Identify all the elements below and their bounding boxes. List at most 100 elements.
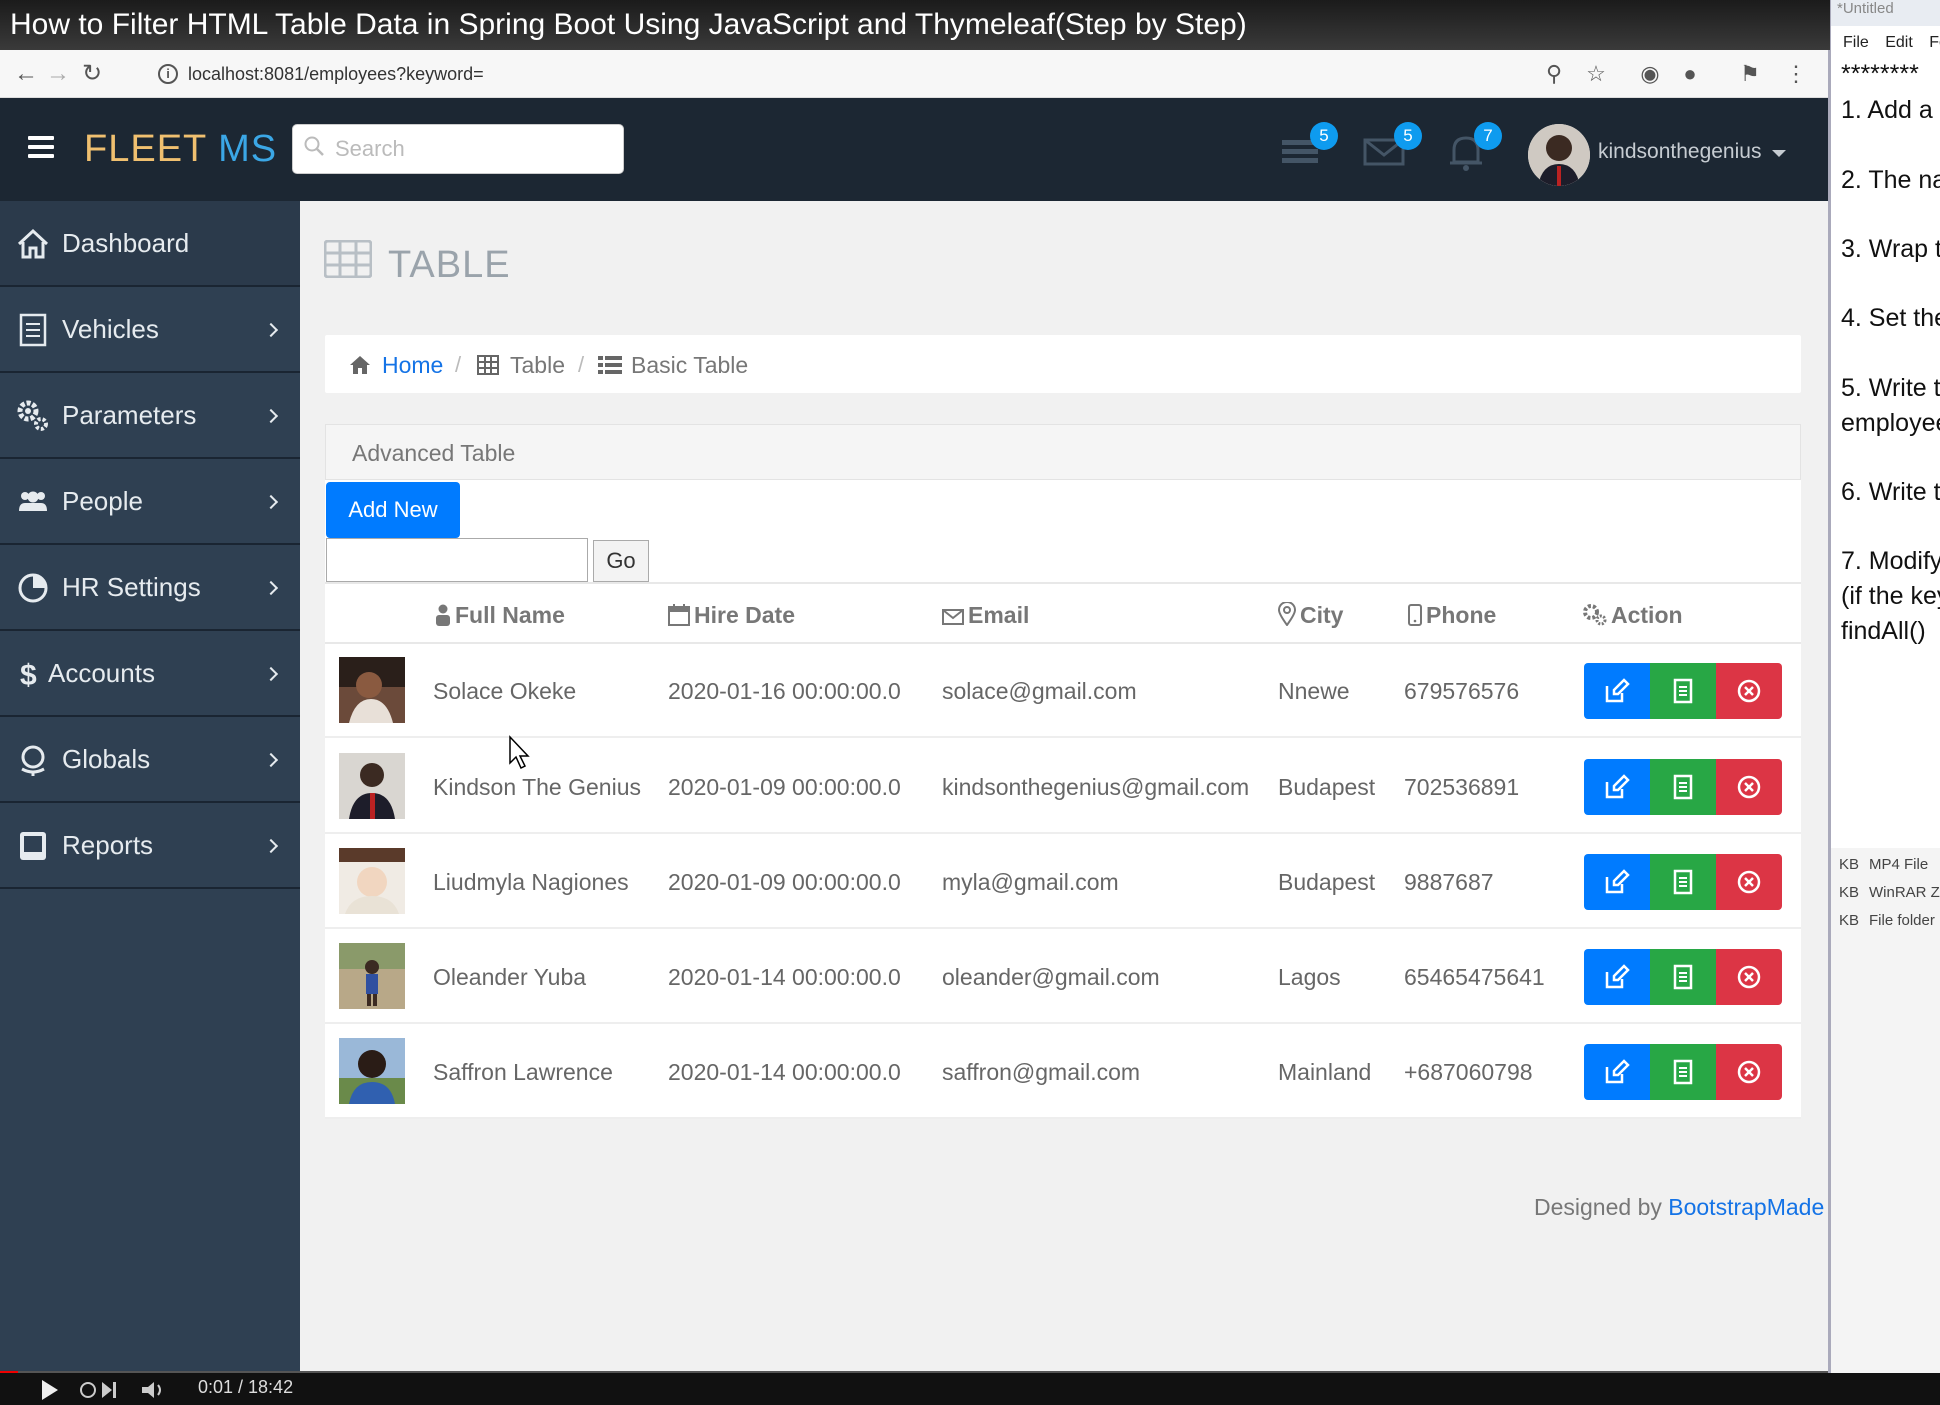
employee-name: Solace Okeke [433,678,577,704]
chevron-right-icon [263,838,279,854]
forward-icon[interactable]: → [42,58,74,90]
breadcrumb-home[interactable]: Home [382,352,443,379]
close-circle-icon [1737,965,1761,989]
notepad-line: ******** [1841,60,1919,88]
avatar[interactable] [1528,124,1590,186]
bookmark-star-icon[interactable]: ☆ [1582,60,1610,88]
column-header-full-name[interactable]: Full Name [435,602,565,629]
delete-button[interactable] [1716,1044,1782,1100]
users-icon [19,491,47,511]
search-icon [304,136,324,156]
edit-icon [1605,774,1630,799]
employee-name: Liudmyla Nagiones [433,869,629,895]
column-header-city[interactable]: City [1277,601,1343,629]
breadcrumb-separator: / [455,352,462,377]
view-button[interactable] [1650,1044,1716,1100]
chevron-right-icon [263,580,279,596]
menu-toggle-icon[interactable] [28,136,54,158]
document-icon [19,313,47,347]
edit-button[interactable] [1584,949,1650,1005]
view-button[interactable] [1650,854,1716,910]
edit-button[interactable] [1584,854,1650,910]
sidebar-item-hr-settings[interactable]: HR Settings [0,545,300,631]
employee-photo [339,848,405,914]
brand-part2: MS [218,128,278,170]
extension-icon[interactable]: ◉ [1636,60,1664,88]
email: solace@gmail.com [942,678,1137,704]
city: Nnewe [1278,678,1350,704]
table-icon [324,240,372,278]
breadcrumb-basic-table: Basic Table [631,352,749,378]
employee-name: Oleander Yuba [433,964,587,990]
column-header-phone[interactable]: Phone [1408,602,1496,629]
sidebar-item-parameters[interactable]: Parameters [0,373,300,459]
email: saffron@gmail.com [942,1059,1141,1085]
video-time: 0:01 / 18:42 [198,1377,294,1397]
footer-link[interactable]: BootstrapMade [1668,1194,1824,1220]
footer-credit: Designed by BootstrapMade [1534,1194,1824,1221]
add-new-button[interactable]: Add New [326,482,460,538]
keyword-input[interactable] [326,538,588,582]
notifications-badge: 7 [1474,122,1502,150]
delete-button[interactable] [1716,949,1782,1005]
tasks-button[interactable]: 5 [1280,122,1338,172]
view-button[interactable] [1650,759,1716,815]
notifications-button[interactable]: 7 [1446,122,1502,172]
chevron-down-icon[interactable] [1772,150,1786,157]
breadcrumb-table[interactable]: Table [510,352,565,379]
search-input[interactable] [333,133,613,165]
search-box[interactable] [292,124,624,174]
document-icon [1673,774,1693,800]
list-icon [598,356,622,374]
back-icon[interactable]: ← [10,58,42,90]
address-bar[interactable]: localhost:8081/employees?keyword= [188,58,484,90]
sidebar-item-label: Reports [62,830,154,860]
view-button[interactable] [1650,949,1716,1005]
sidebar-item-label: Vehicles [62,314,159,344]
document-icon [1673,1059,1693,1085]
home-icon [350,356,370,374]
delete-button[interactable] [1716,854,1782,910]
edit-button[interactable] [1584,663,1650,719]
sidebar-item-vehicles[interactable]: Vehicles [0,287,300,373]
sidebar-item-dashboard[interactable]: Dashboard [0,201,300,287]
next-icon[interactable] [80,1379,120,1401]
messages-button[interactable]: 5 [1362,122,1422,172]
sidebar-item-label: Parameters [62,400,197,430]
username[interactable]: kindsonthegenius [1598,140,1761,164]
go-button[interactable]: Go [593,540,649,582]
gears-icon [17,400,48,431]
sidebar-item-accounts[interactable]: $ Accounts [0,631,300,717]
delete-button[interactable] [1716,759,1782,815]
edit-button[interactable] [1584,759,1650,815]
sidebar-item-label: Globals [62,744,151,774]
brand-logo[interactable]: FLEET MS [84,124,277,174]
mobile-icon [1408,604,1422,626]
tasks-badge: 5 [1310,122,1338,150]
site-info-icon[interactable]: i [158,64,178,84]
view-button[interactable] [1650,663,1716,719]
column-header-email[interactable]: Email [942,602,1029,629]
extension-icon-2[interactable]: ● [1676,60,1704,88]
phone: +687060798 [1404,1059,1533,1085]
video-controls: 0:01 / 18:42 [0,1373,1940,1405]
play-icon[interactable] [40,1379,60,1401]
sidebar-item-people[interactable]: People [0,459,300,545]
zoom-icon[interactable]: ⚲ [1540,60,1568,88]
file-type: WinRAR ZIP [1869,884,1940,901]
city: Budapest [1278,774,1376,800]
phone: 65465475641 [1404,964,1545,990]
notepad-menu[interactable]: File Edit Fo [1843,34,1940,52]
phone: 702536891 [1404,774,1520,800]
delete-button[interactable] [1716,663,1782,719]
volume-icon[interactable] [140,1379,180,1401]
browser-menu-icon[interactable]: ⋮ [1782,60,1810,88]
sidebar-item-globals[interactable]: Globals [0,717,300,803]
extension-icon-3[interactable]: ⚑ [1736,60,1764,88]
sidebar-item-reports[interactable]: Reports [0,803,300,889]
column-label: Email [968,602,1030,628]
notepad-line: employee [1841,409,1940,437]
edit-button[interactable] [1584,1044,1650,1100]
column-header-hire-date[interactable]: Hire Date [668,602,795,629]
reload-icon[interactable]: ↻ [76,58,108,90]
